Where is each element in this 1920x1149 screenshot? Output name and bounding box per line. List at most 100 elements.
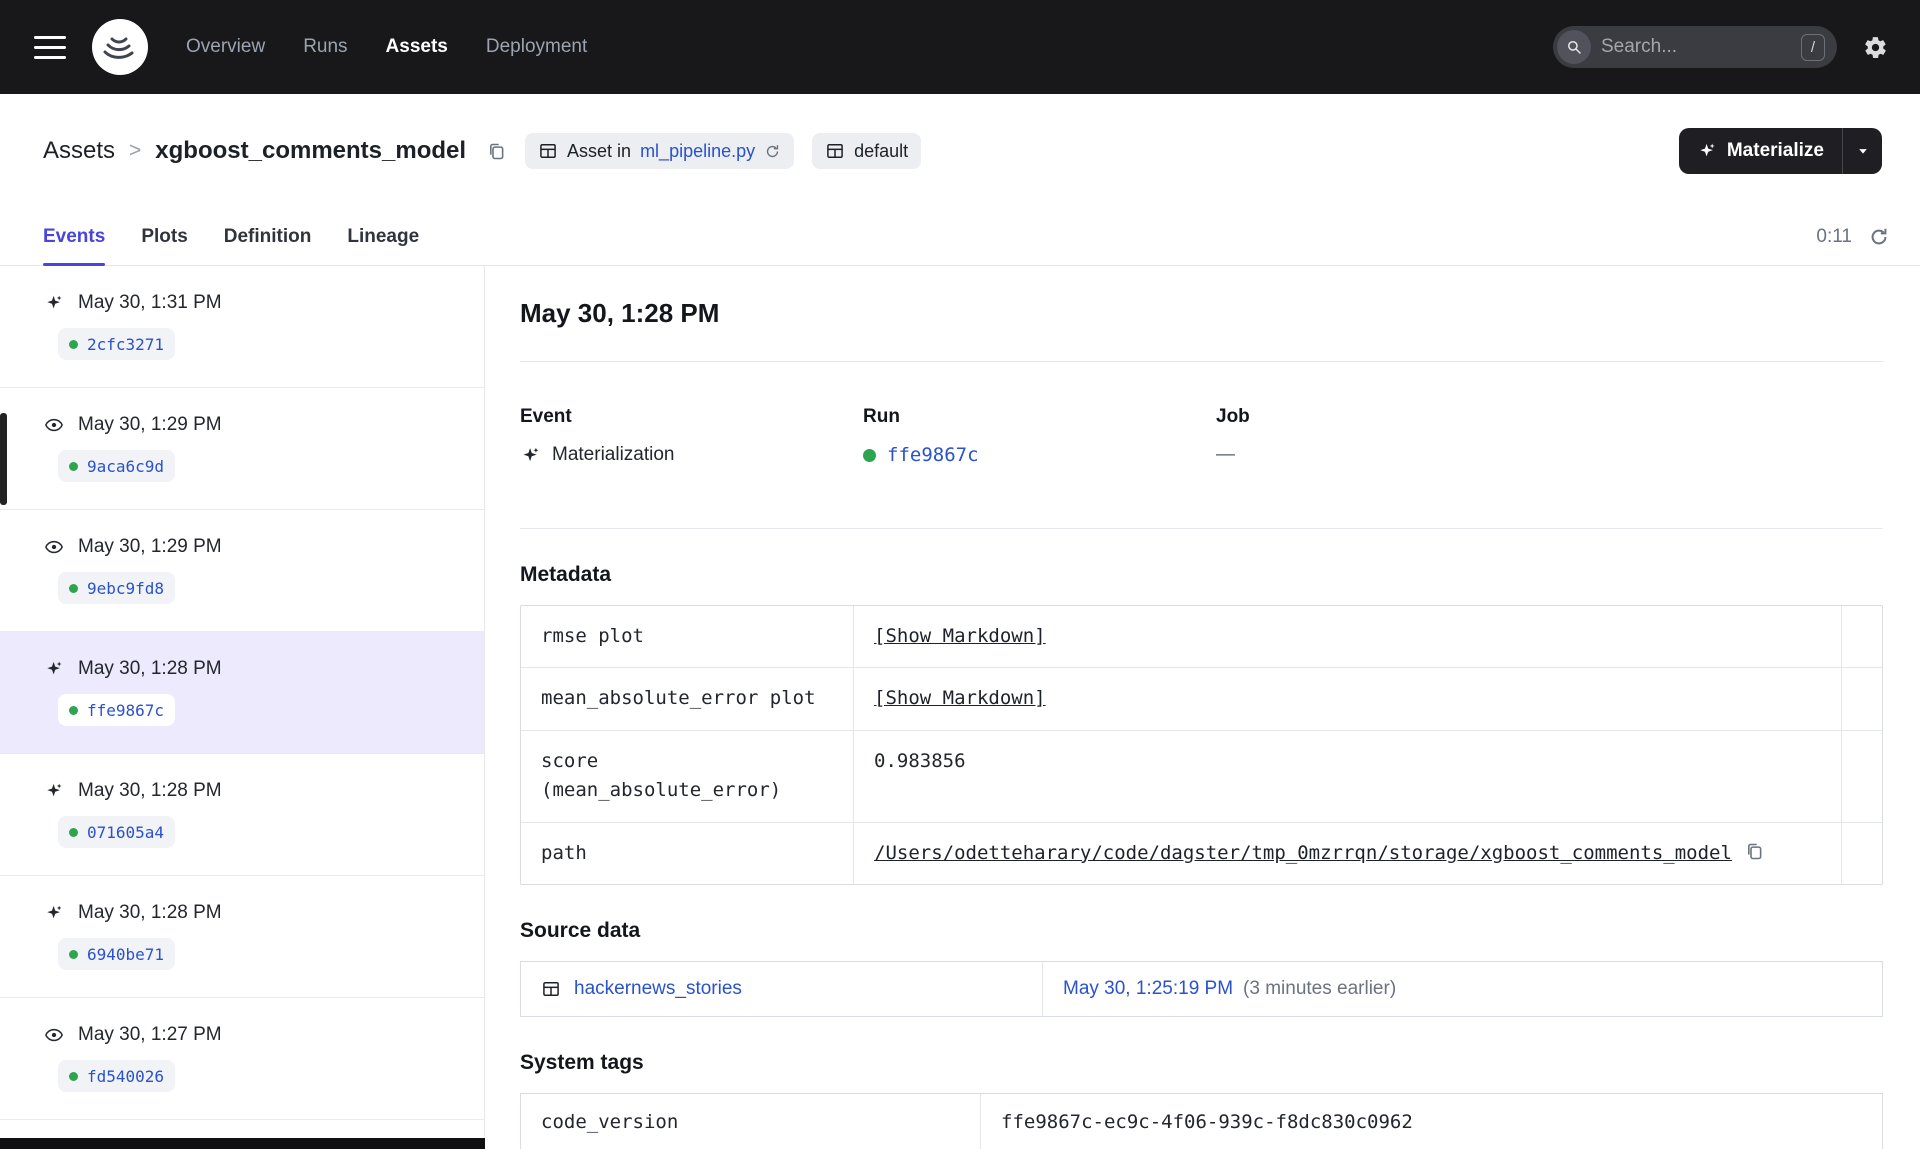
run-id-link[interactable]: 071605a4: [87, 823, 164, 842]
table-spacer-cell: [1842, 731, 1882, 822]
tab-lineage[interactable]: Lineage: [347, 208, 419, 265]
run-tag[interactable]: 9aca6c9d: [58, 450, 176, 482]
tab-definition[interactable]: Definition: [224, 208, 312, 265]
nav-item-deployment[interactable]: Deployment: [486, 36, 587, 58]
refresh-icon[interactable]: [1868, 226, 1890, 248]
asset-tag-prefix: Asset in: [567, 140, 632, 161]
event-list-item-selected[interactable]: May 30, 1:28 PM ffe9867c: [0, 632, 484, 754]
source-asset-link[interactable]: hackernews_stories: [574, 978, 742, 1000]
source-time-link[interactable]: May 30, 1:25:19 PM: [1063, 978, 1233, 1000]
materialization-icon: [44, 293, 64, 313]
event-detail-panel: May 30, 1:28 PM Event Materialization Ru…: [485, 266, 1920, 1149]
event-list-item[interactable]: May 30, 1:29 PM 9aca6c9d: [0, 388, 484, 510]
run-status-dot: [69, 339, 78, 349]
materialize-button[interactable]: Materialize: [1679, 128, 1842, 174]
system-tags-table: code_version ffe9867c-ec9c-4f06-939c-f8d…: [520, 1093, 1883, 1149]
copy-asset-name-button[interactable]: [486, 141, 507, 162]
metadata-key: rmse plot: [521, 606, 854, 668]
system-tags-heading: System tags: [520, 1051, 644, 1075]
system-tag-value: ffe9867c-ec9c-4f06-939c-f8dc830c0962: [1001, 1111, 1413, 1134]
vertical-scrollbar-thumb[interactable]: [0, 413, 7, 505]
refresh-countdown: 0:11: [1816, 225, 1852, 247]
breadcrumb-assets-link[interactable]: Assets: [43, 137, 115, 165]
primary-nav: Overview Runs Assets Deployment: [186, 36, 587, 58]
metadata-table: rmse plot [Show Markdown] mean_absolute_…: [520, 605, 1883, 886]
run-tag[interactable]: 2cfc3271: [58, 328, 176, 360]
run-tag[interactable]: 9ebc9fd8: [58, 572, 176, 604]
tab-events[interactable]: Events: [43, 208, 106, 266]
event-time: May 30, 1:29 PM: [78, 536, 222, 557]
copy-path-icon[interactable]: [1744, 841, 1765, 862]
table-row: path /Users/odetteharary/code/dagster/tm…: [521, 822, 1882, 885]
storage-path-link[interactable]: /Users/odetteharary/code/dagster/tmp_0mz…: [874, 839, 1732, 868]
nav-item-runs[interactable]: Runs: [303, 36, 347, 58]
page-title: xgboost_comments_model: [155, 137, 467, 164]
menu-icon[interactable]: [34, 35, 66, 59]
breadcrumb: Assets > xgboost_comments_model: [43, 137, 466, 165]
run-status-dot: [69, 705, 78, 715]
table-row: code_version ffe9867c-ec9c-4f06-939c-f8d…: [521, 1094, 1882, 1149]
run-tag[interactable]: 6940be71: [58, 938, 176, 970]
event-list-item[interactable]: May 30, 1:31 PM 2cfc3271: [0, 266, 484, 388]
breadcrumb-separator: >: [129, 139, 142, 162]
chevron-down-icon: [1858, 149, 1867, 154]
run-id-link[interactable]: ffe9867c: [87, 701, 164, 720]
materialization-icon: [44, 903, 64, 923]
asset-group-tag[interactable]: default: [812, 133, 922, 169]
top-navbar: Overview Runs Assets Deployment /: [0, 0, 1920, 94]
tab-plots[interactable]: Plots: [141, 208, 187, 265]
metadata-key: score (mean_absolute_error): [521, 730, 854, 822]
run-status-dot: [69, 949, 78, 959]
event-list-item[interactable]: May 30, 1:28 PM 071605a4: [0, 754, 484, 876]
run-id-link[interactable]: 9aca6c9d: [87, 457, 164, 476]
materialization-icon: [523, 447, 539, 461]
event-time: May 30, 1:29 PM: [78, 414, 222, 435]
run-link[interactable]: ffe9867c: [887, 444, 979, 466]
asset-definition-tag: Asset in ml_pipeline.py: [525, 133, 795, 169]
event-list-sidebar: May 30, 1:31 PM 2cfc3271 May 30, 1:29 PM…: [0, 266, 485, 1149]
observation-eye-icon: [44, 537, 64, 557]
event-summary-row: Event Materialization Run ffe9867c Job —: [520, 362, 1883, 528]
table-spacer-cell: [1842, 606, 1882, 667]
run-id-link[interactable]: 9ebc9fd8: [87, 579, 164, 598]
event-list-item[interactable]: May 30, 1:29 PM 9ebc9fd8: [0, 510, 484, 632]
horizontal-scrollbar[interactable]: [0, 1138, 485, 1149]
search-input[interactable]: [1601, 36, 1791, 58]
run-tag[interactable]: 071605a4: [58, 816, 176, 848]
run-id-link[interactable]: fd540026: [87, 1067, 164, 1086]
source-time-cell: May 30, 1:25:19 PM (3 minutes earlier): [1043, 962, 1882, 1016]
event-type-value: Materialization: [552, 444, 675, 465]
nav-item-assets[interactable]: Assets: [386, 36, 448, 58]
asset-table-icon: [540, 144, 556, 158]
materialization-icon: [44, 659, 64, 679]
code-location-link[interactable]: ml_pipeline.py: [640, 141, 755, 162]
run-status-dot: [69, 1071, 78, 1081]
run-status-dot: [69, 827, 78, 837]
dagster-asset-page: Overview Runs Assets Deployment / Assets: [0, 0, 1920, 1149]
table-row: rmse plot [Show Markdown]: [521, 606, 1882, 669]
run-tag[interactable]: ffe9867c: [58, 694, 176, 726]
settings-button[interactable]: [1863, 35, 1888, 60]
run-tag[interactable]: fd540026: [58, 1060, 176, 1092]
dagster-logo[interactable]: [92, 19, 148, 75]
show-markdown-link[interactable]: [Show Markdown]: [874, 622, 1046, 651]
asset-header: Assets > xgboost_comments_model Asset in…: [0, 94, 1920, 208]
job-value: —: [1216, 444, 1235, 465]
event-list-item[interactable]: May 30, 1:27 PM fd540026: [0, 998, 484, 1120]
job-label: Job: [1216, 406, 1250, 427]
materialize-dropdown-button[interactable]: [1842, 128, 1882, 174]
group-table-icon: [827, 144, 843, 158]
run-id-link[interactable]: 2cfc3271: [87, 335, 164, 354]
source-time-note: (3 minutes earlier): [1243, 978, 1397, 1000]
event-list-item[interactable]: May 30, 1:28 PM 6940be71: [0, 876, 484, 998]
run-status-dot: [863, 448, 876, 462]
search-icon: [1557, 30, 1591, 64]
run-id-link[interactable]: 6940be71: [87, 945, 164, 964]
nav-item-overview[interactable]: Overview: [186, 36, 265, 58]
show-markdown-link[interactable]: [Show Markdown]: [874, 684, 1046, 713]
global-search[interactable]: /: [1553, 26, 1837, 68]
source-data-table: hackernews_stories May 30, 1:25:19 PM (3…: [520, 961, 1883, 1018]
table-row: score (mean_absolute_error) 0.983856: [521, 730, 1882, 823]
reload-location-icon[interactable]: [764, 143, 781, 160]
table-row: mean_absolute_error plot [Show Markdown]: [521, 668, 1882, 731]
